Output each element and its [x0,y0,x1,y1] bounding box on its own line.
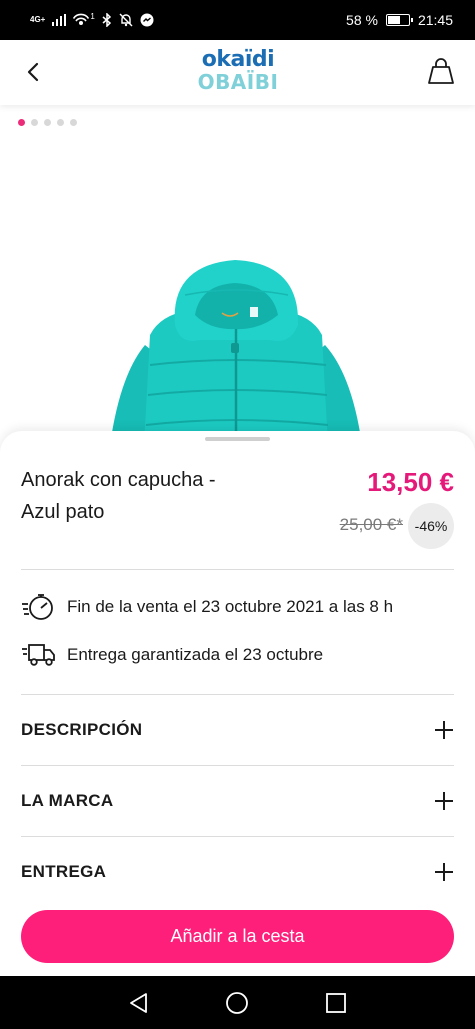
plus-icon [435,792,453,810]
stopwatch-icon [22,594,53,620]
circle-home-icon [226,991,249,1014]
product-details-sheet: Anorak con capucha - Azul pato 13,50 € 2… [0,431,475,976]
status-icons-right: 58 % 21:45 [346,12,453,28]
original-price: 25,00 €* [339,515,403,534]
divider [21,569,454,570]
triangle-back-icon [130,992,148,1013]
add-to-cart-button[interactable]: Añadir a la cesta [21,910,454,963]
product-image [110,260,362,445]
signal-sup-label: 1 [90,11,95,21]
messenger-icon [140,13,154,27]
sale-end-text: Fin de la venta el 23 octubre 2021 a las… [67,597,394,616]
signal-icon [52,14,67,26]
nav-home-button[interactable] [224,990,250,1016]
bluetooth-icon [102,13,111,27]
delivery-row: Entrega garantizada el 23 octubre [21,641,323,669]
battery-percent: 58 % [346,12,378,28]
accordion-delivery-label: ENTREGA [21,862,107,881]
carousel-dot[interactable] [70,119,77,126]
carousel-dot[interactable] [44,119,51,126]
product-title-line2: Azul pato [21,501,105,523]
accordion-brand-label: LA MARCA [21,791,114,810]
plus-icon [435,721,453,739]
clock: 21:45 [417,12,453,28]
delivery-truck-icon [22,644,55,666]
logo-obaibi: OBAÏBI [197,70,279,94]
cart-button[interactable] [427,56,455,86]
product-image-carousel[interactable] [0,105,475,445]
network-type-label: 4G+ [30,15,46,24]
bell-muted-icon [119,13,133,27]
system-nav-bar [0,976,475,1029]
status-bar: 4G+ 1 58 % 21:45 [0,0,475,40]
nav-back-button[interactable] [126,990,152,1016]
wifi-hotspot-icon [73,13,90,25]
product-title: Anorak con capucha - Azul pato [21,464,281,528]
plus-icon [435,863,453,881]
discount-badge: -46% [408,503,454,549]
sale-end-row: Fin de la venta el 23 octubre 2021 a las… [21,592,393,622]
logo-okaidi: okaïdi [201,47,275,72]
carousel-dots [18,119,77,126]
square-recents-icon [325,992,346,1013]
shopping-bag-icon [428,58,454,84]
delivery-text: Entrega garantizada el 23 octubre [67,645,324,664]
carousel-dot-active[interactable] [18,119,25,126]
brand-logo[interactable]: okaïdi OBAÏBI [190,47,286,94]
product-price: 13,50 € [367,467,454,497]
product-title-line1: Anorak con capucha - [21,469,216,491]
accordion-description[interactable]: DESCRIPCIÓN [21,695,454,765]
status-icons-left: 4G+ 1 [30,11,154,27]
app-header: okaïdi OBAÏBI [0,40,475,105]
back-button[interactable] [20,58,48,86]
accordion-description-label: DESCRIPCIÓN [21,720,143,739]
accordion-delivery[interactable]: ENTREGA [21,837,454,907]
carousel-dot[interactable] [31,119,38,126]
accordion-brand[interactable]: LA MARCA [21,766,454,836]
carousel-dot[interactable] [57,119,64,126]
battery-icon [385,14,413,26]
chevron-left-icon [27,62,39,82]
sheet-drag-handle[interactable] [205,437,270,441]
nav-recents-button[interactable] [323,990,349,1016]
